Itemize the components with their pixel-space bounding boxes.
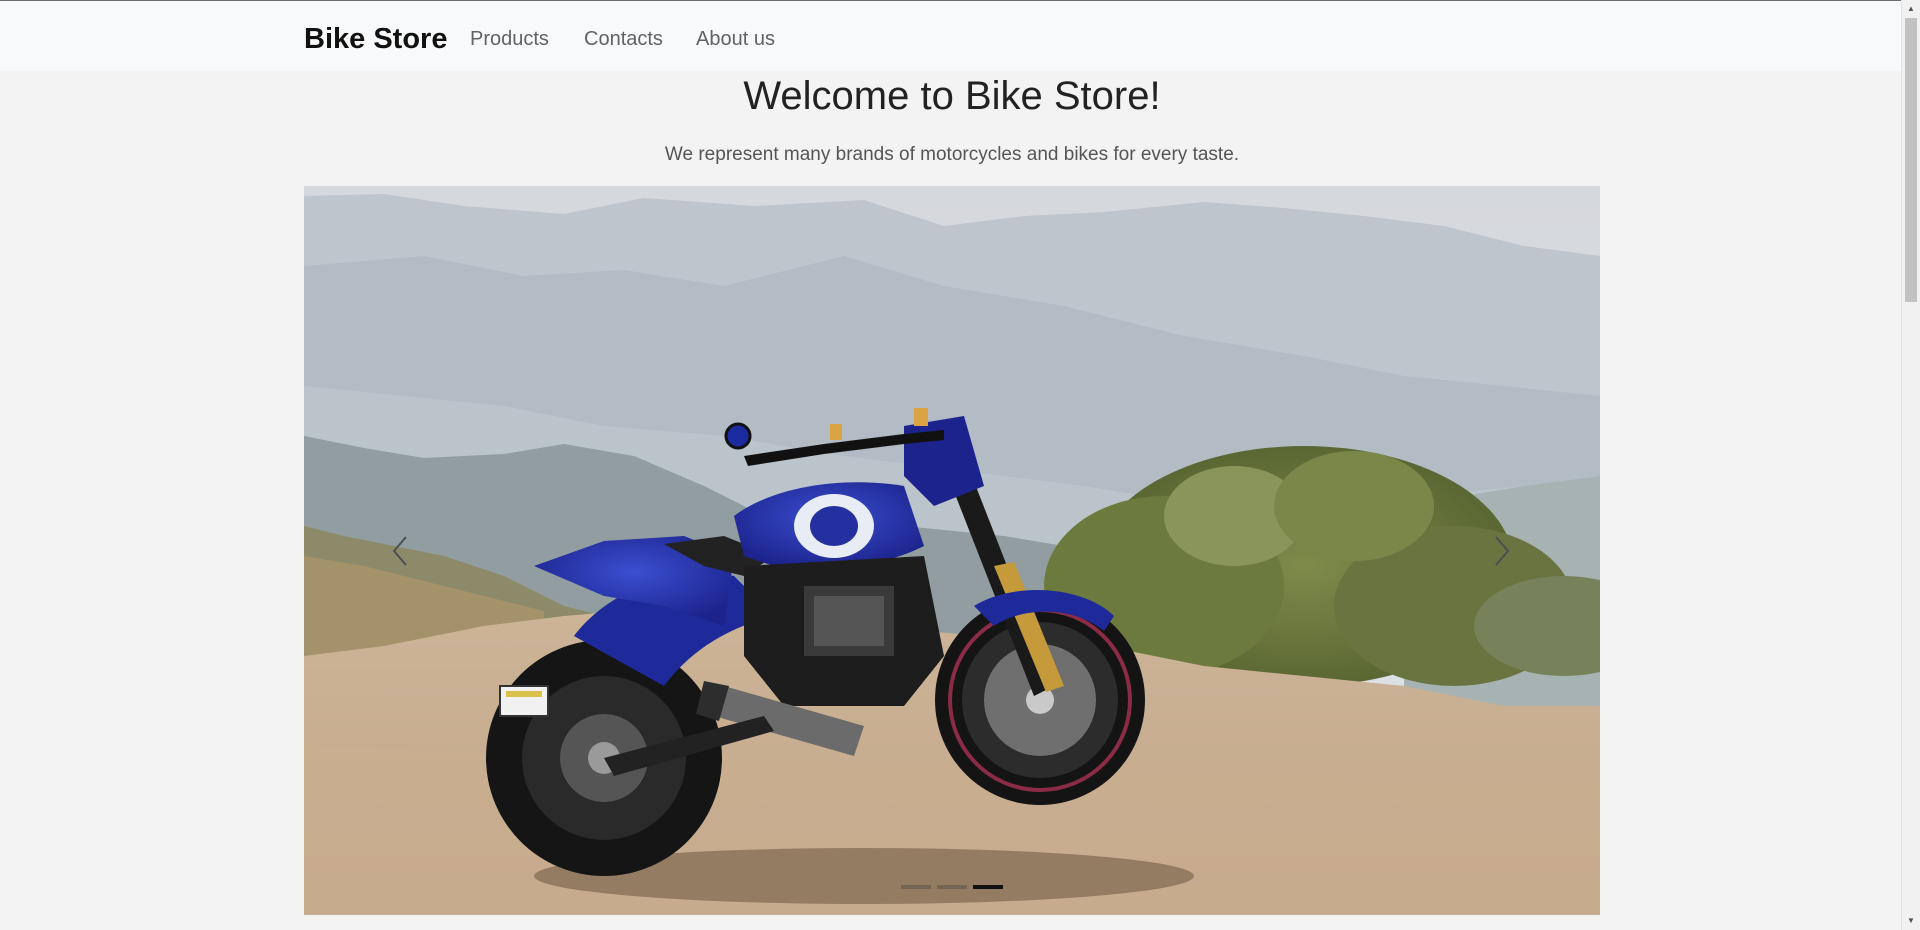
scroll-up-arrow-icon[interactable]: ▲ [1907,5,1915,13]
brand-logo-link[interactable]: Bike Store [304,21,447,57]
scrollbar-thumb[interactable] [1905,18,1917,302]
carousel-prev-button[interactable] [370,516,430,586]
carousel-indicator-1[interactable] [901,885,931,889]
nav-link-products[interactable]: Products [470,27,549,51]
carousel-indicators [304,885,1600,889]
page-title: Welcome to Bike Store! [743,74,1161,118]
chevron-right-icon [1495,536,1510,566]
chevron-left-icon [392,536,407,566]
carousel-indicator-2[interactable] [937,885,967,889]
carousel-indicator-3[interactable] [973,885,1003,889]
nav-link-contacts[interactable]: Contacts [584,27,663,51]
carousel-next-button[interactable] [1472,516,1532,586]
motorcycle-slide-image [304,186,1600,915]
nav-link-about-us[interactable]: About us [696,27,775,51]
scroll-down-arrow-icon[interactable]: ▼ [1907,917,1915,925]
page-subtitle: We represent many brands of motorcycles … [664,144,1240,165]
image-carousel [304,186,1600,915]
navbar: Bike Store Products Contacts About us [0,0,1901,71]
page-scrollbar[interactable]: ▲ ▼ [1901,0,1920,930]
